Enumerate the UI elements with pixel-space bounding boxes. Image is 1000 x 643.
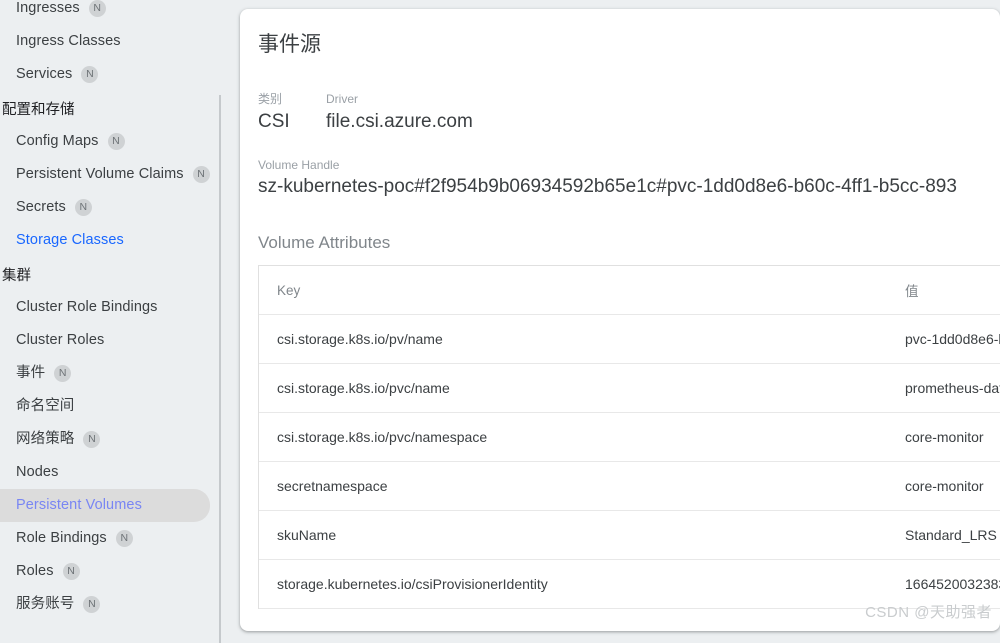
- sidebar-group-heading: 集群: [0, 257, 222, 291]
- table-row: secretnamespacecore-monitor: [259, 462, 1000, 511]
- sidebar-item-ingresses[interactable]: Ingresses N: [0, 0, 210, 25]
- namespaced-badge-icon: N: [81, 66, 98, 83]
- sidebar-item-[interactable]: 网络策略 N: [0, 423, 210, 456]
- volume-attributes-title: Volume Attributes: [258, 233, 1000, 253]
- page-title: 事件源: [258, 31, 1000, 58]
- namespaced-badge-icon: N: [116, 530, 133, 547]
- namespaced-badge-icon: N: [83, 431, 100, 448]
- table-row: skuNameStandard_LRS: [259, 511, 1000, 560]
- sidebar-item-secrets[interactable]: Secrets N: [0, 191, 210, 224]
- cell-key: secretnamespace: [259, 462, 887, 511]
- category-label: 类别: [258, 92, 326, 108]
- namespaced-badge-icon: N: [108, 133, 125, 150]
- summary-fields: 类别 CSI Driver file.csi.azure.com: [258, 92, 1000, 133]
- sidebar-item-[interactable]: 命名空间: [0, 390, 210, 423]
- volume-handle-field: Volume Handle sz-kubernetes-poc#f2f954b9…: [258, 158, 1000, 199]
- cell-key: csi.storage.k8s.io/pv/name: [259, 315, 887, 364]
- driver-value: file.csi.azure.com: [326, 110, 473, 134]
- namespaced-badge-icon: N: [75, 199, 92, 216]
- sidebar-group-heading: 配置和存储: [0, 91, 222, 125]
- cell-value: prometheus-data: [887, 364, 1000, 413]
- sidebar-item-label: Services: [16, 67, 72, 82]
- column-header-key[interactable]: Key: [259, 266, 887, 315]
- cell-key: storage.kubernetes.io/csiProvisionerIden…: [259, 560, 887, 609]
- category-value: CSI: [258, 110, 326, 134]
- volume-attributes-table-wrapper: Key 值 csi.storage.k8s.io/pv/namepvc-1dd0…: [258, 265, 1000, 610]
- sidebar-item-role-bindings[interactable]: Role Bindings N: [0, 522, 210, 555]
- sidebar-item-label: 事件: [16, 366, 45, 381]
- sidebar-item-label: Ingresses: [16, 1, 80, 16]
- sidebar-item-label: Role Bindings: [16, 531, 107, 546]
- watermark: CSDN @天助强者: [865, 601, 992, 622]
- sidebar-item-label: Secrets: [16, 200, 66, 215]
- sidebar-item-label: Roles: [16, 564, 54, 579]
- sidebar-group-label: 配置和存储: [2, 98, 75, 119]
- column-header-value[interactable]: 值: [887, 266, 1000, 315]
- sidebar-nav: Ingresses N Ingress Classes Services N 配置和存储 C…: [0, 0, 222, 643]
- sidebar-item-nodes[interactable]: Nodes: [0, 456, 210, 489]
- sidebar-item-ingress-classes[interactable]: Ingress Classes: [0, 25, 210, 58]
- sidebar-item-label: Cluster Role Bindings: [16, 300, 158, 315]
- cell-value: core-monitor: [887, 462, 1000, 511]
- sidebar-item-label: Config Maps: [16, 134, 99, 149]
- sidebar-item-config-maps[interactable]: Config Maps N: [0, 125, 210, 158]
- sidebar-item-label: 服务账号: [16, 597, 74, 612]
- driver-label: Driver: [326, 92, 473, 108]
- event-source-card: 事件源 类别 CSI Driver file.csi.azure.com Vol…: [240, 9, 1000, 631]
- cell-value: core-monitor: [887, 413, 1000, 462]
- namespaced-badge-icon: N: [54, 365, 71, 382]
- sidebar-item-persistent-volumes[interactable]: Persistent Volumes: [0, 489, 210, 522]
- table-body: csi.storage.k8s.io/pv/namepvc-1dd0d8e6-b…: [259, 315, 1000, 609]
- driver-field: Driver file.csi.azure.com: [326, 92, 473, 133]
- sidebar-item-services[interactable]: Services N: [0, 58, 210, 91]
- sidebar-item-[interactable]: 事件 N: [0, 357, 210, 390]
- cell-key: csi.storage.k8s.io/pvc/namespace: [259, 413, 887, 462]
- cell-key: skuName: [259, 511, 887, 560]
- cell-value: pvc-1dd0d8e6-b60: [887, 315, 1000, 364]
- sidebar-item-persistent-volume-claims[interactable]: Persistent Volume Claims N: [0, 158, 210, 191]
- volume-attributes-table: Key 值 csi.storage.k8s.io/pv/namepvc-1dd0…: [259, 266, 1000, 610]
- namespaced-badge-icon: N: [63, 563, 80, 580]
- table-head: Key 值: [259, 266, 1000, 315]
- namespaced-badge-icon: N: [89, 0, 106, 17]
- sidebar-item-label: Nodes: [16, 465, 58, 480]
- namespaced-badge-icon: N: [193, 166, 210, 183]
- sidebar-item-label: 命名空间: [16, 399, 74, 414]
- main-content: 事件源 类别 CSI Driver file.csi.azure.com Vol…: [222, 0, 1000, 643]
- cell-value: Standard_LRS: [887, 511, 1000, 560]
- sidebar-item-label: Storage Classes: [16, 233, 124, 248]
- sidebar-item-cluster-roles[interactable]: Cluster Roles: [0, 324, 210, 357]
- sidebar-item-label: 网络策略: [16, 432, 74, 447]
- app-root: Ingresses N Ingress Classes Services N 配置和存储 C…: [0, 0, 1000, 643]
- sidebar-group-label: 集群: [2, 264, 31, 285]
- sidebar-item-label: Persistent Volumes: [16, 498, 142, 513]
- table-row: csi.storage.k8s.io/pvc/namespacecore-mon…: [259, 413, 1000, 462]
- table-row: csi.storage.k8s.io/pvc/nameprometheus-da…: [259, 364, 1000, 413]
- sidebar-scrollbar[interactable]: [219, 95, 221, 643]
- sidebar-item-[interactable]: 服务账号 N: [0, 588, 210, 621]
- volume-handle-value: sz-kubernetes-poc#f2f954b9b06934592b65e1…: [258, 175, 1000, 199]
- sidebar-item-label: Persistent Volume Claims: [16, 167, 184, 182]
- sidebar-item-cluster-role-bindings[interactable]: Cluster Role Bindings: [0, 291, 210, 324]
- sidebar-item-list: Ingresses N Ingress Classes Services N 配置和存储 C…: [0, 0, 222, 621]
- sidebar-item-storage-classes[interactable]: Storage Classes: [0, 224, 210, 257]
- table-row: csi.storage.k8s.io/pv/namepvc-1dd0d8e6-b…: [259, 315, 1000, 364]
- sidebar-item-roles[interactable]: Roles N: [0, 555, 210, 588]
- table-header-row: Key 值: [259, 266, 1000, 315]
- namespaced-badge-icon: N: [83, 596, 100, 613]
- cell-key: csi.storage.k8s.io/pvc/name: [259, 364, 887, 413]
- sidebar-item-label: Ingress Classes: [16, 34, 121, 49]
- sidebar-item-label: Cluster Roles: [16, 333, 104, 348]
- category-field: 类别 CSI: [258, 92, 326, 133]
- volume-handle-label: Volume Handle: [258, 158, 1000, 174]
